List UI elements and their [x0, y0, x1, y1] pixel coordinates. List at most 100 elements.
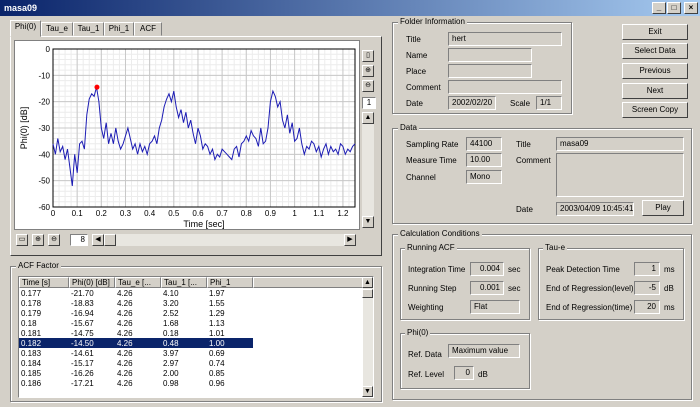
- tab-phi0[interactable]: Phi(0): [10, 20, 41, 37]
- tab-acf[interactable]: ACF: [134, 22, 162, 36]
- scroll-down-button[interactable]: ▼: [362, 216, 374, 228]
- folder-date-field: 2002/02/20: [448, 96, 496, 110]
- tab-phi-1[interactable]: Phi_1: [104, 22, 134, 36]
- x-axis-label: Time [sec]: [183, 219, 224, 229]
- table-cell: 4.26: [117, 288, 133, 298]
- integration-time-unit: sec: [508, 265, 521, 274]
- h-zoom-out-button[interactable]: ⊖: [48, 234, 60, 246]
- tau-e-label: Tau-e: [543, 243, 568, 253]
- column-header[interactable]: Tau_e [...: [115, 277, 161, 288]
- h-zoom-in-button[interactable]: ⊕: [32, 234, 44, 246]
- arrow-down-icon: ▼: [364, 218, 372, 225]
- next-button[interactable]: Next: [622, 83, 688, 99]
- close-icon: ×: [688, 3, 694, 12]
- plot-tool-button[interactable]: ▯: [362, 50, 374, 62]
- x-tick-label: 0.3: [120, 209, 132, 218]
- table-scroll-thumb[interactable]: [362, 289, 373, 298]
- minimize-button[interactable]: _: [652, 2, 666, 14]
- tab-label: ACF: [140, 24, 156, 33]
- table-row[interactable]: 0.183 -14.61 4.26 3.97 0.69: [19, 348, 253, 358]
- zoom-out-button[interactable]: ⊖: [362, 80, 374, 92]
- table-cell: 0.183: [21, 348, 42, 358]
- x-tick-label: 1: [292, 209, 297, 218]
- previous-button[interactable]: Previous: [622, 63, 688, 79]
- table-row[interactable]: 0.178 -18.83 4.26 3.20 1.55: [19, 298, 253, 308]
- folder-info-label: Folder Information: [398, 17, 467, 27]
- table-cell: -15.17: [71, 358, 94, 368]
- table-cell: 0.48: [161, 338, 207, 348]
- tab-tau-1[interactable]: Tau_1: [73, 22, 104, 36]
- end-time-unit: ms: [664, 303, 675, 312]
- column-header[interactable]: Phi(0) [dB]: [69, 277, 115, 288]
- title-bar: masa09: [0, 0, 700, 16]
- table-cell: 0.85: [209, 368, 225, 378]
- select-data-button[interactable]: Select Data: [622, 43, 688, 59]
- running-step-label: Running Step: [408, 284, 457, 293]
- measure-time-label: Measure Time: [406, 156, 457, 165]
- integration-time-label: Integration Time: [408, 265, 466, 274]
- table-cell: 4.26: [117, 368, 133, 378]
- x-tick-label: 0.7: [217, 209, 229, 218]
- acf-factor-table[interactable]: Time [s] Phi(0) [dB] Tau_e [... Tau_1 [.…: [18, 276, 374, 398]
- table-cell: 1.29: [209, 308, 225, 318]
- x-tick-label: 0.4: [144, 209, 156, 218]
- scroll-right-button[interactable]: ▶: [344, 234, 356, 246]
- peak-detection-label: Peak Detection Time: [546, 265, 620, 274]
- table-row[interactable]: 0.18 -15.67 4.26 1.68 1.13: [19, 318, 253, 328]
- table-row[interactable]: 0.181 -14.75 4.26 0.18 1.01: [19, 328, 253, 338]
- scroll-thumb[interactable]: [104, 234, 116, 246]
- tab-label: Phi_1: [108, 24, 130, 33]
- close-button[interactable]: ×: [684, 2, 698, 14]
- horizontal-scrollbar[interactable]: [92, 234, 356, 246]
- x-tick-label: 0: [51, 209, 56, 218]
- end-level-unit: dB: [664, 284, 674, 293]
- table-cell: 0.179: [21, 308, 42, 318]
- table-cell: 0.182: [19, 338, 69, 348]
- end-level-field: -5: [634, 281, 660, 295]
- weighting-field: Flat: [470, 300, 520, 314]
- column-header[interactable]: Phi_1: [207, 277, 253, 288]
- scroll-up-button[interactable]: ▲: [362, 112, 374, 124]
- data-title-label: Title: [516, 140, 531, 149]
- zoom-in-button[interactable]: ⊕: [362, 65, 374, 77]
- x-tick-label: 0.5: [168, 209, 180, 218]
- table-cell: 1.01: [209, 328, 225, 338]
- table-cell: 0.98: [163, 378, 179, 388]
- play-button[interactable]: Play: [642, 200, 684, 216]
- screen-copy-button[interactable]: Screen Copy: [622, 102, 688, 118]
- fit-button[interactable]: ▭: [16, 234, 28, 246]
- end-time-label: End of Regression(time): [546, 303, 633, 312]
- arrow-down-icon: ▼: [364, 388, 371, 395]
- cursor-icon: ▯: [366, 52, 370, 59]
- table-row[interactable]: 0.186 -17.21 4.26 0.98 0.96: [19, 378, 253, 388]
- column-header[interactable]: Tau_1 [...: [161, 277, 207, 288]
- table-cell: 4.26: [117, 378, 133, 388]
- phi0-chart: 0 0.1 0.2 0.3 0.4 0.5 0.6 0.7 0.8 0.9 1 1.1 1.2 0 -10 -…: [19, 45, 356, 229]
- peak-detection-unit: ms: [664, 265, 675, 274]
- data-date-field: 2003/04/09 10:45:41: [556, 202, 634, 216]
- table-row[interactable]: 0.179 -16.94 4.26 2.52 1.29: [19, 308, 253, 318]
- table-cell: 1.13: [209, 318, 225, 328]
- acf-factor-label: ACF Factor: [16, 261, 61, 271]
- table-row[interactable]: 0.185 -16.26 4.26 2.00 0.85: [19, 368, 253, 378]
- folder-title-field: hert: [448, 32, 562, 46]
- exit-button[interactable]: Exit: [622, 24, 688, 40]
- table-cell: 4.26: [117, 318, 133, 328]
- zoom-in-icon: ⊕: [35, 236, 41, 243]
- vertical-scrollbar[interactable]: [362, 112, 374, 228]
- table-row[interactable]: 0.177 -21.70 4.26 4.10 1.97: [19, 288, 253, 298]
- y-tick-label: -10: [38, 71, 50, 80]
- column-header[interactable]: Time [s]: [19, 277, 69, 288]
- table-row[interactable]: 0.184 -15.17 4.26 2.97 0.74: [19, 358, 253, 368]
- table-scroll-down-button[interactable]: ▼: [362, 386, 373, 397]
- table-row[interactable]: 0.182 -14.50 4.26 0.48 1.00: [19, 338, 253, 348]
- x-tick-label: 0.2: [96, 209, 108, 218]
- table-cell: 1.00: [207, 338, 253, 348]
- maximize-button[interactable]: □: [667, 2, 681, 14]
- scroll-left-button[interactable]: ◀: [92, 234, 104, 246]
- y-tick-label: -50: [38, 177, 50, 186]
- tab-tau-e[interactable]: Tau_e: [41, 22, 73, 36]
- peak-marker: [94, 84, 100, 90]
- y-tick-label: 0: [46, 45, 51, 54]
- table-scroll-up-button[interactable]: ▲: [362, 277, 373, 288]
